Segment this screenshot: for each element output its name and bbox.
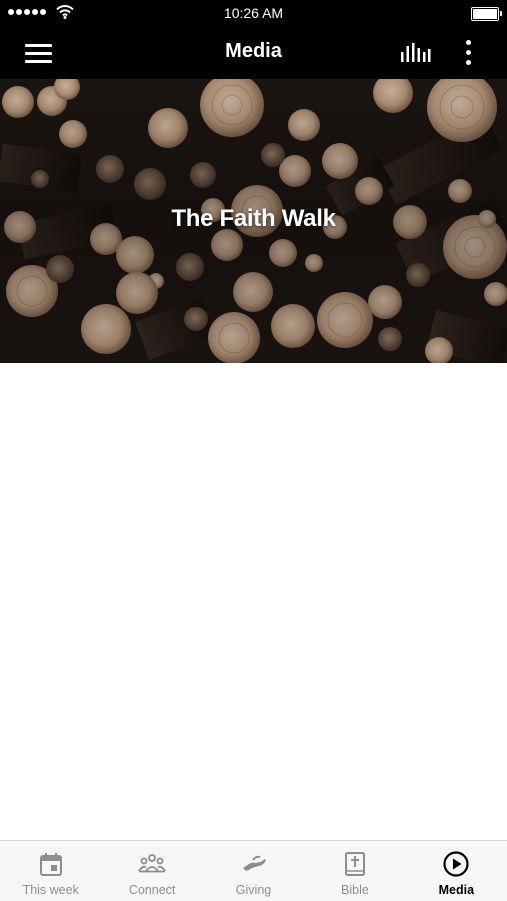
- tab-connect[interactable]: Connect: [101, 841, 202, 901]
- tab-giving[interactable]: Giving: [203, 841, 304, 901]
- tab-label: Connect: [128, 883, 176, 897]
- people-group-icon: [138, 854, 166, 873]
- status-time: 10:26 AM: [223, 5, 284, 21]
- tab-this-week[interactable]: This week: [0, 841, 101, 901]
- content-area: [0, 363, 507, 840]
- status-bar: 10:26 AM: [0, 0, 507, 26]
- calendar-icon: [39, 853, 62, 876]
- hero-banner[interactable]: The Faith Walk: [0, 79, 507, 363]
- audio-bars-icon[interactable]: [398, 40, 432, 66]
- nav-bar: Media: [0, 26, 507, 79]
- play-circle-icon: [443, 851, 469, 877]
- bible-icon: [344, 852, 365, 876]
- more-vertical-icon[interactable]: [456, 38, 480, 68]
- tab-media[interactable]: Media: [406, 841, 507, 901]
- battery-icon: [471, 7, 502, 21]
- tab-label: Giving: [235, 883, 272, 897]
- tab-label: Media: [438, 883, 475, 897]
- tab-bible[interactable]: Bible: [304, 841, 405, 901]
- tab-label: This week: [22, 883, 79, 897]
- hero-title: The Faith Walk: [171, 205, 336, 232]
- tab-label: Bible: [341, 883, 369, 897]
- giving-hand-icon: [242, 855, 266, 871]
- tab-bar: This week Connect Giving Bible Media: [0, 840, 507, 901]
